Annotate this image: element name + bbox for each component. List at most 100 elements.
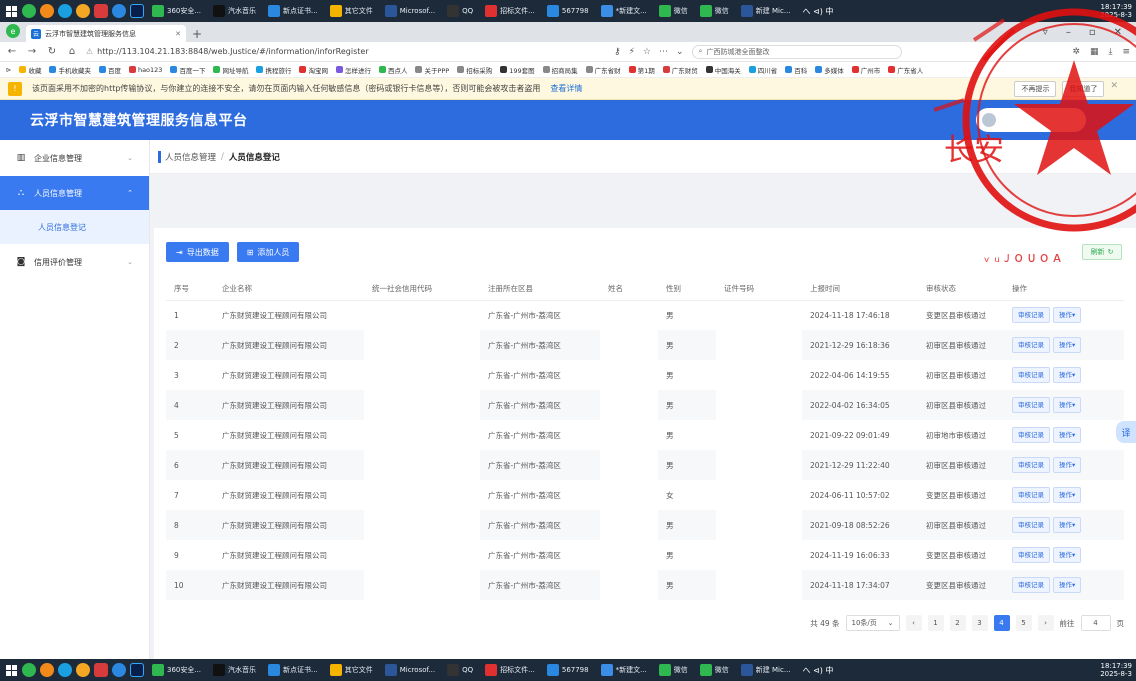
system-tray[interactable]: へ ⊲) 中 <box>799 6 838 17</box>
page-number-button[interactable]: 4 <box>993 615 1010 631</box>
bookmark-item[interactable]: 百度 <box>98 65 121 75</box>
row-action-dropdown[interactable]: 操作▾ <box>1053 457 1082 473</box>
bookmark-item[interactable]: hao123 <box>128 66 162 74</box>
sidebar-toggle-icon[interactable]: ⊳ <box>6 66 11 74</box>
audit-record-button[interactable]: 审核记录 <box>1012 577 1050 593</box>
bookmark-item[interactable]: 多媒体 <box>815 65 844 75</box>
row-action-dropdown[interactable]: 操作▾ <box>1053 577 1082 593</box>
row-action-dropdown[interactable]: 操作▾ <box>1053 487 1082 503</box>
back-icon[interactable]: ← <box>6 46 18 57</box>
close-window-icon[interactable]: ✕ <box>1114 27 1122 38</box>
audit-record-button[interactable]: 审核记录 <box>1012 307 1050 324</box>
taskbar-app[interactable]: Microsof... <box>381 662 439 678</box>
sidebar-item-credit[interactable]: ◙ 信用评价管理 ⌄ <box>0 244 149 280</box>
taskbar-app[interactable]: 招标文件... <box>481 662 539 678</box>
home-icon[interactable]: ⌂ <box>66 46 78 57</box>
app-icon[interactable] <box>112 4 126 18</box>
page-size-select[interactable]: 10条/页 ⌄ <box>845 615 900 631</box>
next-page-button[interactable]: › <box>1037 615 1054 631</box>
star-icon[interactable]: ☆ <box>643 47 651 57</box>
bookmark-item[interactable]: 广州市 <box>851 65 880 75</box>
taskbar-app[interactable]: *新建文... <box>597 662 651 678</box>
user-menu[interactable] <box>976 108 1086 132</box>
bookmark-item[interactable]: 广东省人 <box>888 65 923 75</box>
taskbar-app[interactable]: 567798 <box>543 662 593 678</box>
photoshop-icon[interactable] <box>130 663 144 677</box>
row-action-dropdown[interactable]: 操作▾ <box>1053 307 1082 324</box>
browser-icon[interactable] <box>40 4 54 18</box>
audit-record-button[interactable]: 审核记录 <box>1012 517 1050 533</box>
taskbar-app[interactable]: 汽水音乐 <box>209 662 260 678</box>
taskbar-app[interactable]: *新建文... <box>597 3 651 19</box>
taskbar-app[interactable]: 微信 <box>655 662 692 678</box>
extension-icon[interactable]: ▦ <box>1090 47 1099 57</box>
chevron-down-icon[interactable]: ⌄ <box>676 47 684 57</box>
add-person-button[interactable]: ⊞ 添加人员 <box>236 242 300 262</box>
more-icon[interactable]: ⋯ <box>659 47 668 57</box>
new-tab-button[interactable]: + <box>192 25 202 42</box>
taskbar-app[interactable]: 微信 <box>655 3 692 19</box>
minimize-icon[interactable]: – <box>1066 27 1071 38</box>
prev-page-button[interactable]: ‹ <box>905 615 922 631</box>
taskbar-app[interactable]: 招标文件... <box>481 3 539 19</box>
system-tray[interactable]: へ ⊲) 中 <box>799 665 838 676</box>
page-number-button[interactable]: 2 <box>949 615 966 631</box>
lightning-icon[interactable]: ⚡ <box>629 47 635 57</box>
audit-record-button[interactable]: 审核记录 <box>1012 427 1050 443</box>
key-icon[interactable]: ⚷ <box>614 47 621 57</box>
taskbar-app[interactable]: 微信 <box>696 3 733 19</box>
menu-icon[interactable]: ▿ <box>1043 27 1048 38</box>
browser-icon[interactable] <box>58 4 72 18</box>
breadcrumb-parent[interactable]: 人员信息管理 <box>165 151 216 163</box>
bookmark-item[interactable]: 199套图 <box>500 65 535 75</box>
page-number-button[interactable]: 1 <box>927 615 944 631</box>
audit-record-button[interactable]: 审核记录 <box>1012 337 1050 353</box>
taskbar-app[interactable]: 新建 Mic... <box>737 662 795 678</box>
search-input[interactable]: ⌕ 广西防城港全面整改 <box>691 44 902 59</box>
taskbar-app[interactable]: 其它文件 <box>326 662 377 678</box>
taskbar-app[interactable]: 567798 <box>543 3 593 19</box>
download-icon[interactable]: ⤓ <box>1108 47 1112 57</box>
close-icon[interactable]: ✕ <box>175 30 181 38</box>
bookmark-item[interactable]: 收藏 <box>19 65 41 75</box>
app-icon[interactable] <box>112 663 126 677</box>
forward-icon[interactable]: → <box>26 46 38 57</box>
bookmark-item[interactable]: 招商局集 <box>542 65 578 75</box>
column-header[interactable]: 审核状态 <box>918 278 1004 301</box>
row-action-dropdown[interactable]: 操作▾ <box>1053 367 1082 383</box>
dont-remind-button[interactable]: 不再提示 <box>1014 80 1057 97</box>
windows-start-icon[interactable] <box>4 4 18 18</box>
photoshop-icon[interactable] <box>130 4 144 18</box>
taskbar-app[interactable]: 新点证书... <box>264 3 322 19</box>
bookmark-item[interactable]: 西点人 <box>378 65 407 75</box>
taskbar-app[interactable]: 其它文件 <box>326 3 377 19</box>
audit-record-button[interactable]: 审核记录 <box>1012 457 1050 473</box>
row-action-dropdown[interactable]: 操作▾ <box>1053 517 1082 533</box>
bookmark-item[interactable]: 怎样进行 <box>335 65 371 75</box>
taskbar-app[interactable]: 新点证书... <box>264 662 322 678</box>
app-icon[interactable] <box>94 4 108 18</box>
got-it-button[interactable]: 我知道了 <box>1062 80 1105 97</box>
taskbar-app[interactable]: 360安全... <box>148 3 205 19</box>
browser-logo-icon[interactable]: e <box>6 24 20 38</box>
export-button[interactable]: ⇥ 导出数据 <box>166 242 229 262</box>
browser-icon[interactable] <box>76 663 90 677</box>
bookmark-item[interactable]: 招标采购 <box>457 65 492 75</box>
taskbar-app[interactable]: 360安全... <box>148 662 205 678</box>
taskbar-app[interactable]: 微信 <box>696 662 733 678</box>
bookmark-item[interactable]: 网址导航 <box>213 65 248 75</box>
bookmark-item[interactable]: 百度一下 <box>170 65 205 75</box>
taskbar-app[interactable]: QQ <box>443 3 477 19</box>
sidebar-item-enterprise[interactable]: ▥ 企业信息管理 ⌄ <box>0 140 149 176</box>
bookmark-item[interactable]: 第1期 <box>628 65 655 75</box>
taskbar-app[interactable]: Microsof... <box>381 3 439 19</box>
audit-record-button[interactable]: 审核记录 <box>1012 367 1050 383</box>
warning-details-link[interactable]: 查看详情 <box>550 83 582 94</box>
browser-icon[interactable] <box>58 663 72 677</box>
page-number-button[interactable]: 5 <box>1015 615 1032 631</box>
extension-icon[interactable]: ✲ <box>1072 47 1080 57</box>
page-number-button[interactable]: 3 <box>971 615 988 631</box>
sidebar-item-personnel-register[interactable]: 人员信息登记 <box>0 210 149 244</box>
bookmark-item[interactable]: 手机收藏夹 <box>49 65 91 75</box>
translate-float-button[interactable]: 译 <box>1116 421 1136 443</box>
